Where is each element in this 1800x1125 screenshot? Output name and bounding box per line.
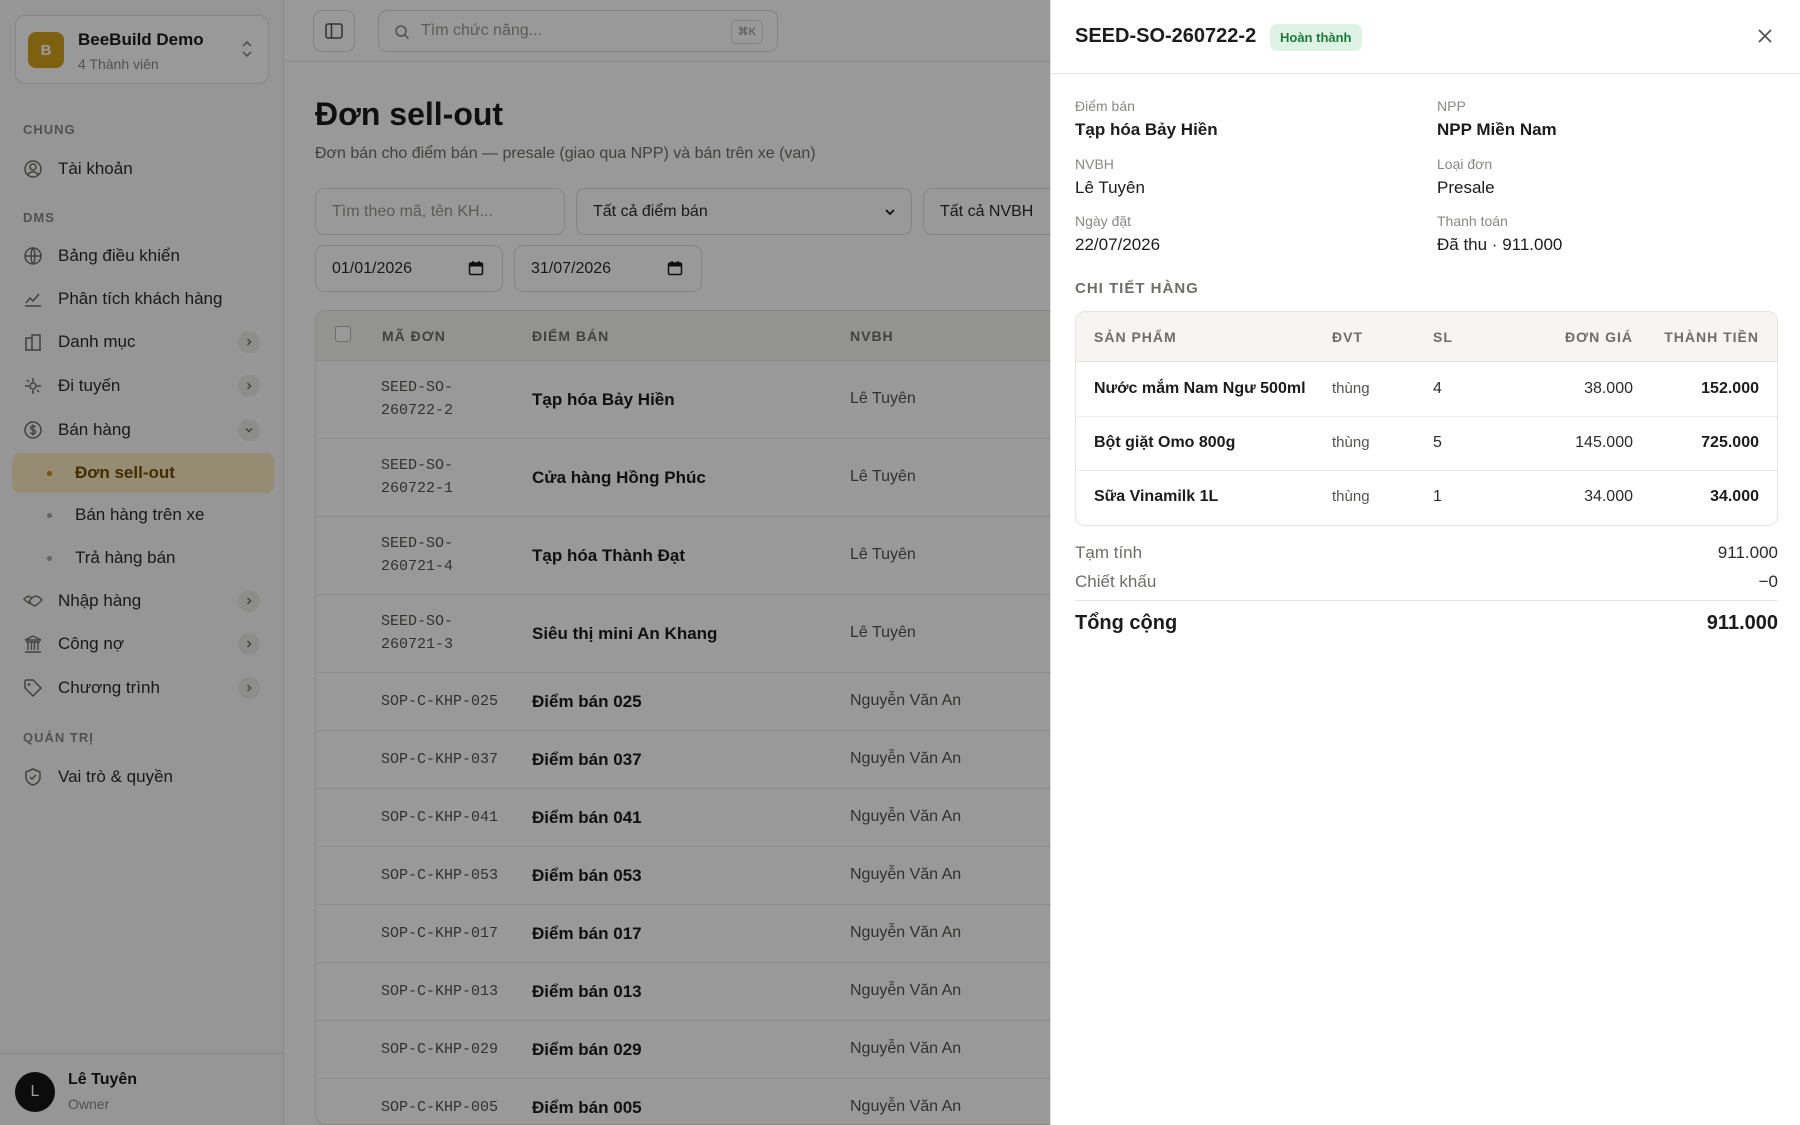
table-header: SẢN PHẨM ĐVT SL ĐƠN GIÁ THÀNH TIỀN	[1076, 312, 1777, 362]
product-total: 152.000	[1701, 380, 1759, 397]
product-name: Sữa Vinamilk 1L	[1094, 488, 1219, 505]
close-icon	[1758, 29, 1772, 43]
npp-value: NPP Miền Nam	[1437, 120, 1557, 139]
order-type-value: Presale	[1437, 178, 1495, 197]
order-date-label: Ngày đặt	[1075, 213, 1132, 229]
product-total: 34.000	[1710, 488, 1759, 505]
store-value: Tạp hóa Bảy Hiền	[1075, 120, 1218, 139]
column-header-qty: SL	[1433, 329, 1453, 345]
grand-total-label: Tổng cộng	[1075, 612, 1178, 634]
discount-label: Chiết khấu	[1075, 572, 1157, 591]
payment-value: Đã thu · 911.000	[1437, 235, 1563, 254]
column-header-total: THÀNH TIỀN	[1664, 329, 1759, 345]
product-price: 34.000	[1584, 488, 1633, 505]
order-date-value: 22/07/2026	[1075, 235, 1161, 254]
product-unit: thùng	[1332, 380, 1370, 397]
subtotal-label: Tạm tính	[1075, 543, 1143, 562]
payment-label: Thanh toán	[1437, 213, 1508, 229]
product-unit: thùng	[1332, 434, 1370, 451]
order-detail-drawer: SEED-SO-260722-2 Hoàn thành Điểm bán Tạp…	[1050, 0, 1800, 1125]
rep-label: NVBH	[1075, 156, 1114, 172]
grand-total-row: Tổng cộng 911.000	[1075, 600, 1778, 635]
items-section-title: CHI TIẾT HÀNG	[1075, 280, 1199, 297]
table-row: Bột giặt Omo 800g thùng 5 145.000 725.00…	[1076, 417, 1777, 471]
modal-backdrop[interactable]	[0, 0, 1050, 1125]
table-row: Nước mắm Nam Ngư 500ml thùng 4 38.000 15…	[1076, 363, 1777, 417]
status-badge: Hoàn thành	[1270, 24, 1362, 51]
product-total: 725.000	[1701, 434, 1759, 451]
product-price: 145.000	[1575, 434, 1633, 451]
discount-value: −0	[1758, 572, 1778, 591]
subtotal-row: Tạm tính 911.000	[1075, 543, 1778, 563]
product-qty: 4	[1433, 380, 1442, 397]
product-qty: 5	[1433, 434, 1442, 451]
drawer-header: SEED-SO-260722-2 Hoàn thành	[1051, 0, 1800, 74]
npp-label: NPP	[1437, 98, 1466, 114]
order-items-table: SẢN PHẨM ĐVT SL ĐƠN GIÁ THÀNH TIỀN Nước …	[1075, 311, 1778, 526]
store-label: Điểm bán	[1075, 98, 1135, 114]
product-name: Bột giặt Omo 800g	[1094, 434, 1236, 451]
close-button[interactable]	[1753, 24, 1777, 48]
column-header-price: ĐƠN GIÁ	[1565, 329, 1633, 345]
column-header-product: SẢN PHẨM	[1094, 329, 1177, 345]
grand-total-value: 911.000	[1706, 612, 1778, 634]
product-name: Nước mắm Nam Ngư 500ml	[1094, 380, 1306, 397]
product-price: 38.000	[1584, 380, 1633, 397]
product-qty: 1	[1433, 488, 1442, 505]
table-row: Sữa Vinamilk 1L thùng 1 34.000 34.000	[1076, 471, 1777, 525]
order-type-label: Loại đơn	[1437, 156, 1493, 172]
product-unit: thùng	[1332, 488, 1370, 505]
order-title: SEED-SO-260722-2	[1075, 25, 1257, 47]
subtotal-value: 911.000	[1717, 543, 1778, 562]
rep-value: Lê Tuyên	[1075, 178, 1145, 197]
discount-row: Chiết khấu −0	[1075, 572, 1778, 592]
column-header-unit: ĐVT	[1332, 329, 1363, 345]
